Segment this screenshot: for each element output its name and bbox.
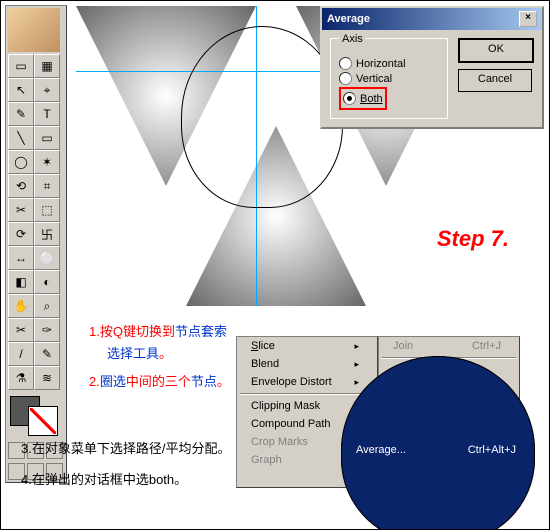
tool-6[interactable]: ╲ — [8, 126, 34, 150]
ok-button[interactable]: OK — [458, 38, 534, 63]
tool-21[interactable]: ⌕ — [34, 294, 60, 318]
tool-15[interactable]: 卐 — [34, 222, 60, 246]
color-swatch[interactable] — [8, 394, 60, 438]
tool-9[interactable]: ✶ — [34, 150, 60, 174]
tool-8[interactable]: ◯ — [8, 150, 34, 174]
radio-vertical[interactable]: Vertical — [339, 72, 439, 85]
tool-24[interactable]: / — [8, 342, 34, 366]
radio-horizontal[interactable]: Horizontal — [339, 57, 439, 70]
radio-both-highlight: Both — [339, 87, 387, 110]
mi-average[interactable]: Average...Ctrl+Alt+J — [341, 356, 535, 530]
close-icon[interactable]: × — [519, 11, 537, 27]
radio-both[interactable]: Both — [343, 92, 383, 105]
tool-26[interactable]: ⚗ — [8, 366, 34, 390]
tool-11[interactable]: ⌗ — [34, 174, 60, 198]
menu-col-2: JoinCtrl+J Average...Ctrl+Alt+J Outline … — [378, 336, 520, 488]
tool-14[interactable]: ⟳ — [8, 222, 34, 246]
toolbox: ▭▦↖⌖✎T╲▭◯✶⟲⌗✂⬚⟳卐↔⚪◧◐✋⌕✂✑/✎⚗≋ — [5, 5, 67, 483]
axis-legend: Axis — [339, 33, 366, 45]
tool-12[interactable]: ✂ — [8, 198, 34, 222]
tool-0[interactable]: ▭ — [8, 54, 34, 78]
mi-join[interactable]: JoinCtrl+J — [379, 337, 519, 355]
mi-slice[interactable]: SSlicelice▸ — [237, 337, 377, 355]
notes-block-2: 3.在对象菜单下选择路径/平均分配。 4.在弹出的对话框中选both。 — [21, 433, 231, 495]
tool-7[interactable]: ▭ — [34, 126, 60, 150]
tool-19[interactable]: ◐ — [34, 270, 60, 294]
notes-block-1: 1.按Q键切换到节点套索 选择工具。 2.圈选中间的三个节点。 — [89, 321, 230, 393]
lasso-selection — [181, 26, 343, 208]
tool-1[interactable]: ▦ — [34, 54, 60, 78]
stroke-swatch[interactable] — [28, 406, 58, 436]
cancel-button[interactable]: Cancel — [458, 69, 532, 92]
tool-20[interactable]: ✋ — [8, 294, 34, 318]
dialog-title: Average — [327, 13, 370, 25]
tool-27[interactable]: ≋ — [34, 366, 60, 390]
tool-22[interactable]: ✂ — [8, 318, 34, 342]
app-logo — [8, 8, 60, 52]
tool-13[interactable]: ⬚ — [34, 198, 60, 222]
tool-4[interactable]: ✎ — [8, 102, 34, 126]
mi-envelope[interactable]: Envelope Distort▸ — [237, 373, 377, 391]
tool-23[interactable]: ✑ — [34, 318, 60, 342]
context-menu: SSlicelice▸ Path▸ Blend▸ Envelope Distor… — [236, 336, 520, 488]
tool-3[interactable]: ⌖ — [34, 78, 60, 102]
tool-5[interactable]: T — [34, 102, 60, 126]
average-dialog: Average × Axis Horizontal Vertical Both … — [320, 6, 544, 129]
mi-blend[interactable]: Blend▸ — [237, 355, 377, 373]
tool-25[interactable]: ✎ — [34, 342, 60, 366]
tool-10[interactable]: ⟲ — [8, 174, 34, 198]
step-label: Step 7. — [437, 226, 509, 252]
tool-17[interactable]: ⚪ — [34, 246, 60, 270]
tool-18[interactable]: ◧ — [8, 270, 34, 294]
tool-2[interactable]: ↖ — [8, 78, 34, 102]
dialog-titlebar[interactable]: Average × — [322, 8, 542, 30]
axis-group: Axis Horizontal Vertical Both — [330, 38, 448, 119]
tool-16[interactable]: ↔ — [8, 246, 34, 270]
